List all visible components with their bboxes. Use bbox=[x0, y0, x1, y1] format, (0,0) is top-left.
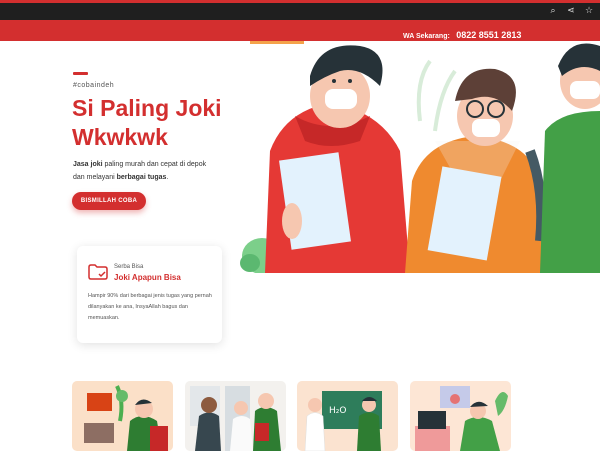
hero-accent-line bbox=[73, 72, 88, 75]
whatsapp-label: WA Sekarang: bbox=[403, 33, 450, 40]
gallery-image-study[interactable] bbox=[72, 381, 173, 451]
desc-bold-1: Jasa joki bbox=[73, 161, 103, 168]
desc-end: . bbox=[166, 174, 169, 181]
star-icon[interactable]: ☆ bbox=[584, 6, 594, 16]
hero-description: Jasa joki paling murah dan cepat di depo… bbox=[73, 158, 253, 184]
share-icon[interactable]: ⋖ bbox=[566, 6, 576, 16]
gallery-image-classroom[interactable]: H₂O bbox=[297, 381, 398, 451]
hero-illustration bbox=[240, 41, 600, 273]
search-icon[interactable]: ⌕ bbox=[548, 6, 558, 16]
progress-stripe bbox=[0, 0, 600, 3]
top-contact-bar: WA Sekarang: 0822 8551 2813 bbox=[0, 20, 600, 41]
hero-tag: #cobaindeh bbox=[73, 82, 115, 89]
whatsapp-number[interactable]: 0822 8551 2813 bbox=[456, 30, 521, 40]
browser-toolbar: ⌕ ⋖ ☆ bbox=[0, 0, 600, 20]
cta-button[interactable]: BISMILLAH COBA bbox=[72, 192, 146, 210]
card-subtitle: Serba Bisa bbox=[114, 264, 144, 270]
gallery-image-desk[interactable] bbox=[410, 381, 511, 451]
desc-text-2: dan melayani bbox=[73, 174, 117, 181]
folder-check-icon bbox=[88, 264, 108, 280]
gallery-image-group[interactable] bbox=[185, 381, 286, 451]
feature-card[interactable]: Serba Bisa Joki Apapun Bisa Hampir 90% d… bbox=[77, 246, 222, 343]
desc-text-1: paling murah dan cepat di depok bbox=[102, 161, 207, 168]
svg-text:H₂O: H₂O bbox=[329, 406, 346, 416]
card-title: Joki Apapun Bisa bbox=[114, 273, 181, 282]
desc-bold-2: berbagai tugas bbox=[116, 174, 167, 181]
card-body: Hampir 90% dari berbagai jenis tugas yan… bbox=[88, 293, 212, 321]
